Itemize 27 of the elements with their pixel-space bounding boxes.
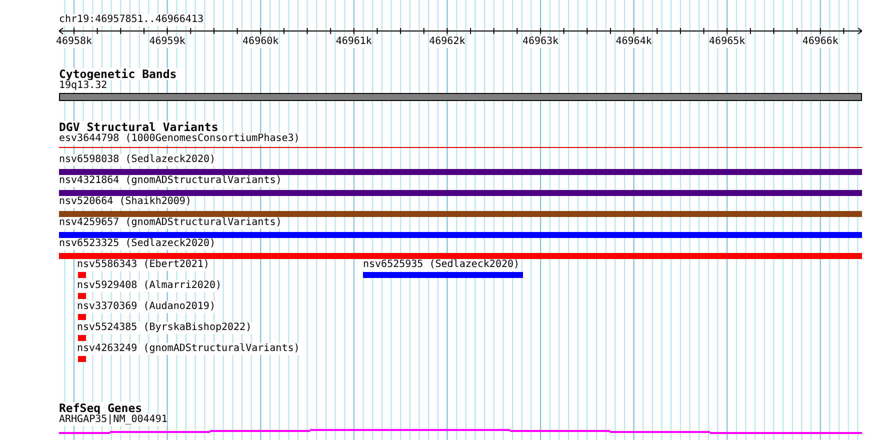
feature-label: nsv520664 (Shaikh2009) <box>59 196 192 208</box>
feature-label: nsv6525935 (Sedlazeck2020) <box>363 259 520 271</box>
feature-label: nsv4259657 (gnomADStructuralVariants) <box>59 217 282 229</box>
feature-label: nsv5586343 (Ebert2021) <box>77 259 210 271</box>
location-label: chr19:46957851..46966413 <box>59 14 204 26</box>
feature-label: ARHGAP35|NM_004491 <box>59 414 168 426</box>
tick-label: 46962k <box>429 36 466 48</box>
track-title: RefSeq Genes <box>59 402 142 414</box>
feature-label: nsv5929408 (Almarri2020) <box>77 280 222 292</box>
track-title: DGV Structural Variants <box>59 121 218 133</box>
tick-label: 46964k <box>616 36 652 48</box>
tick-label: 46963k <box>522 36 559 48</box>
feature-label: nsv5524385 (ByrskaBishop2022) <box>77 322 252 334</box>
tick-label: 46960k <box>242 36 279 48</box>
feature-label: 19q13.32 <box>59 80 108 92</box>
feature-label: nsv3370369 (Audano2019) <box>77 301 216 313</box>
feature-label: esv3644798 (1000GenomesConsortiumPhase3) <box>59 133 300 145</box>
feature-label: nsv6598038 (Sedlazeck2020) <box>59 154 216 166</box>
tick-label: 46966k <box>802 36 838 48</box>
feature-label: nsv4263249 (gnomADStructuralVariants) <box>77 343 300 355</box>
tick-label: 46959k <box>149 36 186 48</box>
track-title: Cytogenetic Bands <box>59 68 177 80</box>
tick-label: 46961k <box>336 36 372 48</box>
tick-label: 46965k <box>709 36 746 48</box>
feature-label: nsv4321864 (gnomADStructuralVariants) <box>59 175 282 187</box>
tick-label: 46958k <box>56 36 92 48</box>
feature-label: nsv6523325 (Sedlazeck2020) <box>59 238 216 250</box>
